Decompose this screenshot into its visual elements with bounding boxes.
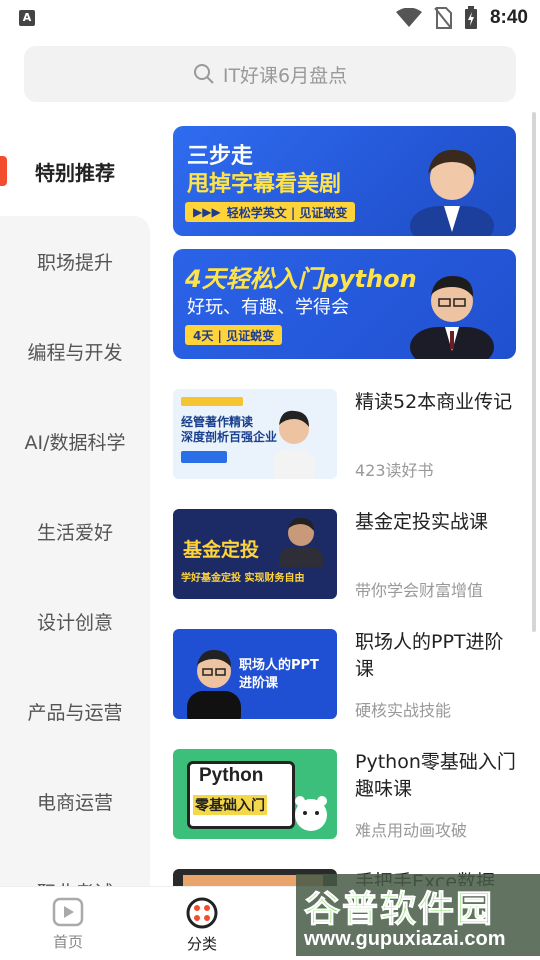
sidebar-item-career[interactable]: 职场提升 bbox=[0, 216, 150, 306]
watermark-text: 谷普软件园 bbox=[303, 889, 495, 931]
search-icon bbox=[193, 64, 214, 84]
banner-english[interactable]: 三步走 甩掉字幕看美剧 ▶▶▶ 轻松学英文 | 见证蜕变 bbox=[173, 126, 516, 236]
watermark-logo: 谷普软件园 www.gupuxiazai.com bbox=[296, 874, 540, 956]
play-icon bbox=[52, 897, 84, 927]
sidebar-item-hobbies[interactable]: 生活爱好 bbox=[0, 486, 150, 576]
banner-subtitle: 甩掉字幕看美剧 bbox=[187, 172, 342, 197]
course-subtitle: 带你学会财富增值 bbox=[355, 581, 484, 600]
content-list: 三步走 甩掉字幕看美剧 ▶▶▶ 轻松学英文 | 见证蜕变 4天轻松入门pytho… bbox=[150, 110, 540, 886]
instructor-photo bbox=[410, 149, 494, 236]
course-title: Python零基础入门趣味课 bbox=[355, 751, 516, 800]
course-thumbnail: 职场人的PPT 进阶课 bbox=[173, 629, 337, 719]
course-title: 基金定投实战课 bbox=[355, 511, 489, 533]
nav-home-label: 首页 bbox=[52, 933, 83, 951]
course-item[interactable]: 基金定投 学好基金定投 实现财务自由 基金定投实战课 带你学会财富增值 bbox=[173, 509, 516, 601]
search-placeholder: IT好课6月盘点 bbox=[222, 64, 348, 87]
arrows-icon: ▶▶▶ bbox=[193, 205, 221, 219]
course-item[interactable]: 职场人的PPT 进阶课 职场人的PPT进阶课 硬核实战技能 bbox=[173, 629, 516, 721]
course-thumbnail: 经管著作精读 深度剖析百强企业 bbox=[173, 389, 337, 479]
banner-tag-text: 4天 | 见证蜕变 bbox=[193, 328, 275, 343]
watermark-url: www.gupuxiazai.com bbox=[304, 928, 506, 950]
notification-badge-icon: A bbox=[19, 10, 35, 26]
sidebar-item-product[interactable]: 产品与运营 bbox=[0, 666, 150, 756]
nav-home[interactable]: 首页 bbox=[28, 897, 108, 957]
clock: 8:40 bbox=[489, 7, 528, 28]
sidebar-item-ecommerce[interactable]: 电商运营 bbox=[0, 756, 150, 846]
course-title: 精读52本商业传记 bbox=[355, 391, 513, 413]
status-icons: 8:40 bbox=[395, 6, 528, 30]
instructor-photo bbox=[410, 275, 494, 359]
course-title: 职场人的PPT进阶课 bbox=[355, 631, 504, 680]
banner-title: 4天轻松入门python bbox=[185, 265, 417, 293]
banner-subtitle: 好玩、有趣、学得会 bbox=[187, 297, 349, 318]
course-subtitle: 硬核实战技能 bbox=[355, 701, 452, 720]
course-subtitle: 423读好书 bbox=[355, 461, 434, 480]
status-bar: A 8:40 bbox=[0, 0, 540, 36]
search-bar[interactable]: IT好课6月盘点 bbox=[24, 46, 516, 102]
banner-python[interactable]: 4天轻松入门python 好玩、有趣、学得会 4天 | 见证蜕变 bbox=[173, 249, 516, 359]
nav-category[interactable]: 分类 bbox=[162, 897, 242, 957]
sidebar-item-programming[interactable]: 编程与开发 bbox=[0, 306, 150, 396]
banner-tag-text: 轻松学英文 | 见证蜕变 bbox=[226, 205, 348, 220]
banner-tag: 4天 | 见证蜕变 bbox=[185, 325, 283, 345]
banner-tag: ▶▶▶ 轻松学英文 | 见证蜕变 bbox=[185, 202, 356, 222]
sidebar-item-exam[interactable]: 职业考试 bbox=[0, 846, 150, 887]
course-subtitle: 难点用动画攻破 bbox=[355, 821, 468, 840]
nav-category-label: 分类 bbox=[186, 935, 217, 953]
wifi-icon bbox=[395, 8, 422, 27]
course-item[interactable]: 经管著作精读 深度剖析百强企业 精读52本商业传记 423读好书 bbox=[173, 389, 516, 481]
battery-charging-icon bbox=[464, 6, 477, 29]
sidebar-item-special[interactable]: 特别推荐 bbox=[0, 126, 150, 216]
course-thumbnail: Python 零基础入门 bbox=[173, 749, 337, 839]
category-icon bbox=[186, 897, 218, 929]
sidebar-item-design[interactable]: 设计创意 bbox=[0, 576, 150, 666]
sidebar-item-ai-data[interactable]: AI/数据科学 bbox=[0, 396, 150, 486]
course-item[interactable]: Python 零基础入门 Python零基础入门趣味课 难点用动画攻破 bbox=[173, 749, 516, 841]
no-sim-icon bbox=[434, 7, 452, 29]
scrollbar[interactable] bbox=[532, 112, 536, 632]
category-sidebar: 特别推荐 职场提升 编程与开发 AI/数据科学 生活爱好 设计创意 产品与运营 … bbox=[0, 126, 150, 886]
course-thumbnail: 基金定投 学好基金定投 实现财务自由 bbox=[173, 509, 337, 599]
